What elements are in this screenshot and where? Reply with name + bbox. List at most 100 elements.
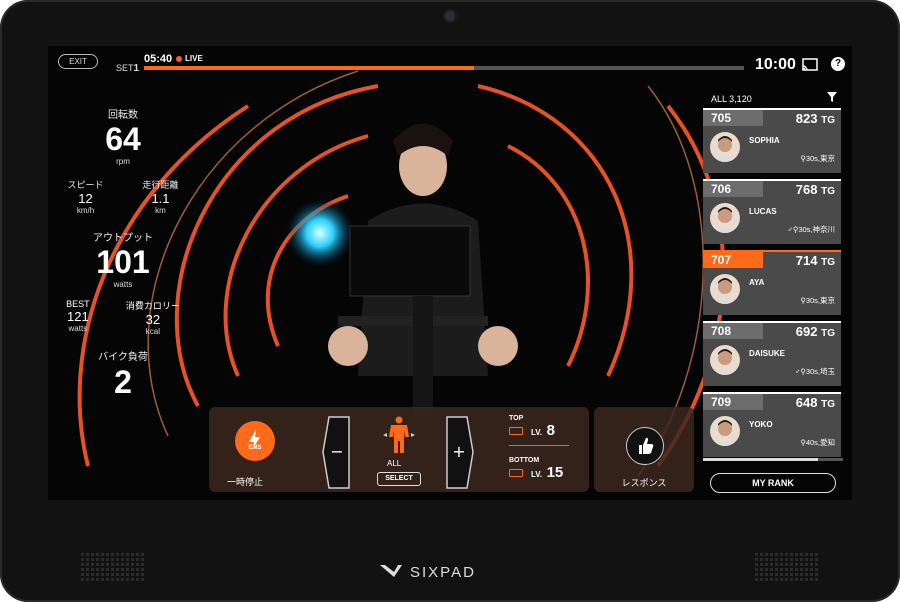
increase-button[interactable]: + bbox=[445, 415, 475, 490]
thumbs-up-icon bbox=[639, 437, 654, 454]
session-progress-bar bbox=[144, 66, 744, 70]
score-unit: TG bbox=[821, 399, 835, 410]
speaker-hole bbox=[131, 553, 134, 556]
ems-label: EMS bbox=[248, 445, 262, 451]
speaker-hole bbox=[86, 553, 89, 556]
speaker-hole bbox=[810, 558, 813, 561]
speaker-hole bbox=[141, 553, 144, 556]
leaderboard-card[interactable]: 707 714 TG AYA ⚲30s,東京 bbox=[703, 250, 841, 315]
stats-panel: 回転数 64 rpm スピード 12 km/h 走行距離 1.1 km アウトプ… bbox=[48, 106, 198, 401]
speaker-hole bbox=[106, 553, 109, 556]
cast-icon[interactable] bbox=[802, 58, 818, 71]
speaker-hole bbox=[131, 568, 134, 571]
speaker-hole bbox=[765, 568, 768, 571]
score: 648 TG bbox=[796, 395, 835, 410]
rank-number: 707 bbox=[703, 252, 763, 268]
avatar bbox=[710, 203, 740, 233]
rank-number: 705 bbox=[703, 110, 763, 126]
level-divider bbox=[509, 445, 569, 446]
my-rank-button[interactable]: MY RANK bbox=[710, 473, 836, 493]
speaker-hole bbox=[770, 578, 773, 581]
speaker-hole bbox=[790, 568, 793, 571]
speaker-hole bbox=[106, 573, 109, 576]
speaker-hole bbox=[805, 578, 808, 581]
speaker-hole bbox=[795, 553, 798, 556]
leaderboard-card[interactable]: 705 823 TG SOPHIA ⚲30s,東京 bbox=[703, 108, 841, 173]
speed-distance-row: スピード 12 km/h 走行距離 1.1 km bbox=[48, 178, 198, 215]
exit-button[interactable]: EXIT bbox=[58, 54, 98, 69]
leaderboard-total: ALL 3,120 bbox=[711, 94, 752, 104]
load-value: 2 bbox=[114, 364, 132, 400]
speaker-hole bbox=[86, 578, 89, 581]
user-age-region: 40s,愛知 bbox=[805, 438, 835, 447]
score-value: 692 bbox=[795, 324, 818, 339]
speaker-hole bbox=[106, 568, 109, 571]
speaker-hole bbox=[780, 573, 783, 576]
speaker-hole bbox=[131, 563, 134, 566]
help-icon[interactable]: ? bbox=[831, 57, 845, 71]
elapsed-time: 05:40 bbox=[144, 53, 173, 65]
live-label: LIVE bbox=[185, 54, 203, 63]
speaker-hole bbox=[81, 573, 84, 576]
speaker-hole bbox=[770, 558, 773, 561]
speaker-hole bbox=[121, 578, 124, 581]
scrollbar-thumb[interactable] bbox=[703, 458, 818, 461]
speaker-hole bbox=[106, 563, 109, 566]
filter-icon[interactable] bbox=[827, 92, 837, 102]
speaker-hole bbox=[795, 558, 798, 561]
distance-unit: km bbox=[155, 206, 166, 215]
speaker-hole bbox=[141, 558, 144, 561]
distance-value: 1.1 bbox=[151, 191, 170, 206]
user-name: YOKO bbox=[749, 420, 773, 429]
load-label: バイク負荷 bbox=[98, 352, 148, 363]
speaker-hole bbox=[131, 558, 134, 561]
front-camera bbox=[445, 11, 455, 21]
speaker-hole bbox=[785, 573, 788, 576]
speaker-hole bbox=[760, 573, 763, 576]
leaderboard-card[interactable]: 706 768 TG LUCAS ♂⚲30s,神奈川 bbox=[703, 179, 841, 244]
speaker-hole bbox=[111, 578, 114, 581]
speaker-hole bbox=[760, 558, 763, 561]
speaker-hole bbox=[780, 568, 783, 571]
score-unit: TG bbox=[821, 257, 835, 268]
rank-number: 709 bbox=[703, 394, 763, 410]
speaker-hole bbox=[96, 573, 99, 576]
score-value: 714 bbox=[795, 253, 818, 268]
user-info: ♂⚲30s,埼玉 bbox=[795, 366, 835, 377]
user-name: LUCAS bbox=[749, 207, 777, 216]
ems-pause-button[interactable]: EMS bbox=[235, 421, 275, 461]
user-info: ⚲30s,東京 bbox=[800, 295, 835, 306]
speaker-hole bbox=[805, 563, 808, 566]
speaker-hole bbox=[805, 568, 808, 571]
speaker-hole bbox=[755, 553, 758, 556]
best-calorie-row: BEST 121 watts 消費カロリー 32 kcal bbox=[48, 299, 198, 336]
right-speaker-grille bbox=[755, 553, 818, 581]
ems-control-panel: EMS 一時停止 − ALL SELECT + TOP LV. 8 BOTTOM… bbox=[209, 407, 589, 492]
tablet-device: EXIT SET1 05:40 LIVE 10:00 ? 回転数 64 rpm … bbox=[0, 0, 900, 602]
speaker-hole bbox=[765, 573, 768, 576]
speaker-hole bbox=[81, 563, 84, 566]
score: 768 TG bbox=[796, 182, 835, 197]
pause-label: 一時停止 bbox=[227, 477, 264, 487]
speaker-hole bbox=[121, 563, 124, 566]
speaker-hole bbox=[810, 563, 813, 566]
select-button[interactable]: SELECT bbox=[377, 472, 421, 486]
speaker-hole bbox=[775, 568, 778, 571]
score-value: 648 bbox=[795, 395, 818, 410]
speaker-hole bbox=[81, 578, 84, 581]
leaderboard-card[interactable]: 708 692 TG DAISUKE ♂⚲30s,埼玉 bbox=[703, 321, 841, 386]
leaderboard-scrollbar[interactable] bbox=[703, 458, 843, 461]
speaker-hole bbox=[785, 568, 788, 571]
speaker-hole bbox=[141, 563, 144, 566]
response-label: レスポンス bbox=[621, 478, 667, 488]
speaker-hole bbox=[790, 563, 793, 566]
speaker-hole bbox=[785, 563, 788, 566]
speaker-hole bbox=[815, 553, 818, 556]
speaker-hole bbox=[116, 563, 119, 566]
leaderboard-card[interactable]: 709 648 TG YOKO ⚲40s,愛知 bbox=[703, 392, 841, 457]
speaker-hole bbox=[116, 558, 119, 561]
response-button[interactable] bbox=[626, 427, 664, 465]
top-level-prefix: LV. bbox=[531, 428, 543, 437]
decrease-button[interactable]: − bbox=[321, 415, 351, 490]
speaker-hole bbox=[795, 578, 798, 581]
